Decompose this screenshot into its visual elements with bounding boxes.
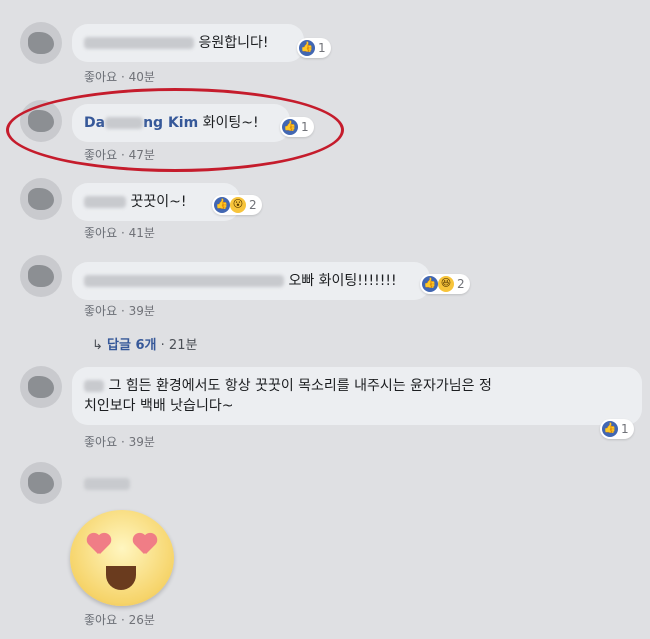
like-reaction-icon: 👍 <box>422 276 438 292</box>
comment-meta: 좋아요 · 26분 <box>84 613 155 627</box>
comment-bubble: 응원합니다! <box>72 24 304 62</box>
blurred-author <box>84 196 126 208</box>
view-replies-link[interactable]: ↳ 답글 6개 · 21분 <box>92 334 197 353</box>
reply-arrow-icon: ↳ <box>92 338 103 353</box>
timestamp: 21분 <box>168 338 198 353</box>
comment-text: 응원합니다! <box>198 35 269 51</box>
timestamp[interactable]: 41분 <box>129 226 155 240</box>
like-reaction-icon: 👍 <box>214 197 230 213</box>
comment-bubble: 그 힘든 환경에서도 항상 꿋꿋이 목소리를 내주시는 윤자가님은 정 치인보다… <box>72 367 642 425</box>
avatar[interactable] <box>20 255 62 297</box>
blurred-author <box>84 37 194 49</box>
blurred-author <box>84 380 104 392</box>
sticker-mouth <box>106 566 136 590</box>
avatar[interactable] <box>20 462 62 504</box>
like-link[interactable]: 좋아요 <box>84 70 117 84</box>
highlight-ellipse <box>6 88 344 172</box>
avatar[interactable] <box>20 22 62 64</box>
heart-eyes-sticker <box>70 510 174 606</box>
haha-reaction-icon: 😆 <box>438 276 454 292</box>
like-reaction-icon: 👍 <box>299 40 315 56</box>
blurred-author <box>84 275 284 287</box>
reaction-count-badge[interactable]: 👍 😮 2 <box>212 195 262 215</box>
heart-eye-right-icon <box>132 534 158 556</box>
timestamp[interactable]: 26분 <box>129 613 155 627</box>
comment-text: 힘든 환경에서도 항상 꿋꿋이 목소리를 내주시는 윤자가님은 정 <box>125 378 492 394</box>
like-reaction-icon: 👍 <box>602 421 618 437</box>
like-link[interactable]: 좋아요 <box>84 226 117 240</box>
avatar[interactable] <box>20 366 62 408</box>
comment-bubble: 오빠 화이팅!!!!!!! <box>72 262 430 300</box>
heart-eye-left-icon <box>86 534 112 556</box>
comment-text-line2: 치인보다 백배 낫습니다~ <box>84 398 234 414</box>
comment-meta: 좋아요 · 41분 <box>84 226 155 240</box>
comment-text: 오빠 화이팅!!!!!!! <box>288 273 397 289</box>
blurred-author <box>84 478 130 490</box>
reaction-count-badge[interactable]: 👍 😆 2 <box>420 274 470 294</box>
comment-meta: 좋아요 · 39분 <box>84 435 155 449</box>
like-link[interactable]: 좋아요 <box>84 435 117 449</box>
timestamp[interactable]: 40분 <box>129 70 155 84</box>
wow-reaction-icon: 😮 <box>230 197 246 213</box>
comment-meta: 좋아요 · 39분 <box>84 304 155 318</box>
timestamp[interactable]: 39분 <box>129 304 155 318</box>
avatar[interactable] <box>20 178 62 220</box>
comment-text: 꿋꿋이~! <box>130 194 187 210</box>
timestamp[interactable]: 39분 <box>129 435 155 449</box>
like-link[interactable]: 좋아요 <box>84 304 117 318</box>
reaction-count-badge[interactable]: 👍 1 <box>600 419 634 439</box>
comment-meta: 좋아요 · 40분 <box>84 70 155 84</box>
reaction-count-badge[interactable]: 👍 1 <box>297 38 331 58</box>
like-link[interactable]: 좋아요 <box>84 613 117 627</box>
